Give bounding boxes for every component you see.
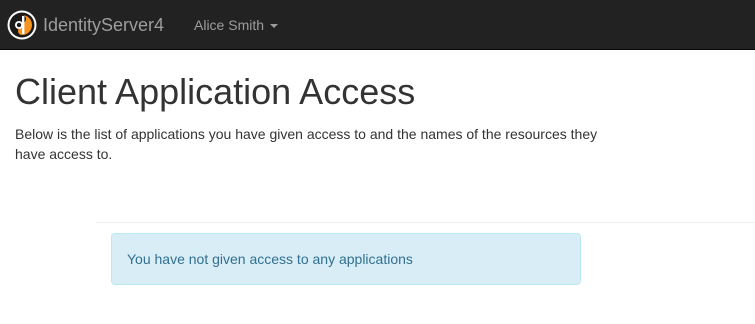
- info-alert: You have not given access to any applica…: [111, 233, 581, 285]
- identityserver-logo-icon: [7, 10, 37, 39]
- caret-down-icon[interactable]: [270, 23, 279, 28]
- brand-name[interactable]: IdentityServer4: [43, 15, 164, 35]
- brand-link[interactable]: IdentityServer4: [7, 9, 164, 40]
- empty-state-message: You have not given access to any applica…: [127, 251, 413, 267]
- top-navbar: IdentityServer4 Alice Smith: [0, 0, 755, 50]
- user-menu-dropdown[interactable]: Alice Smith: [194, 15, 279, 35]
- page-description: Below is the list of applications you ha…: [15, 126, 598, 162]
- page-title: Client Application Access: [15, 71, 416, 112]
- user-name[interactable]: Alice Smith: [194, 15, 264, 35]
